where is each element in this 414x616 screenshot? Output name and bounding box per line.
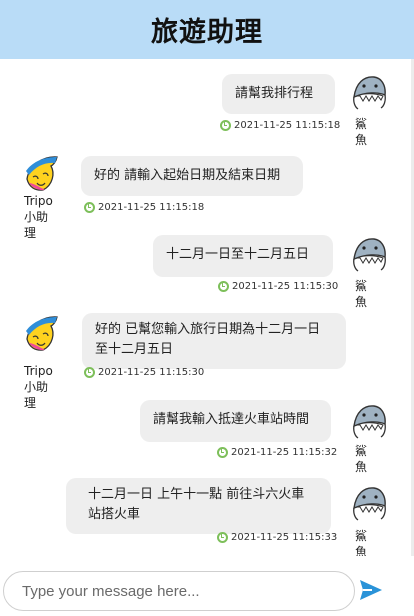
message-text: 至十二月五日: [95, 342, 174, 357]
clock-icon: [217, 447, 228, 458]
message-bubble: 十二月一日至十二月五日: [153, 235, 333, 277]
message-bubble: 請幫我輸入抵達火車站時間: [140, 400, 331, 442]
message-input[interactable]: [3, 571, 355, 611]
user-name: 鯊魚: [355, 444, 368, 474]
message-bubble: 請幫我排行程: [222, 74, 335, 114]
message-text: 請幫我輸入抵達火車站時間: [153, 412, 310, 427]
message-text: 好的 已幫您輸入旅行日期為十二月一日: [95, 322, 321, 337]
user-name: 鯊魚: [355, 117, 368, 147]
banana-mascot-icon: [26, 316, 58, 351]
message-timestamp: 2021-11-25 11:15:30: [84, 367, 204, 378]
message-text: 站搭火車: [88, 507, 141, 522]
message-composer: [0, 556, 414, 616]
page-title: 旅遊助理: [151, 17, 263, 48]
clock-icon: [217, 532, 228, 543]
message-text: 十二月一日至十二月五日: [166, 247, 310, 262]
message-text: 十二月一日 上午十一點 前往斗六火車: [88, 487, 305, 502]
chat-area[interactable]: 請幫我排行程 2021-11-25 11:15:18 鯊魚 Tripo 小助理 …: [0, 59, 414, 556]
send-icon[interactable]: [358, 577, 384, 603]
message-timestamp: 2021-11-25 11:15:32: [217, 447, 337, 458]
clock-icon: [84, 367, 95, 378]
message-bubble: 好的 已幫您輸入旅行日期為十二月一日 至十二月五日: [82, 313, 346, 369]
clock-icon: [220, 120, 231, 131]
shark-icon: [353, 405, 386, 439]
message-timestamp: 2021-11-25 11:15:18: [84, 202, 204, 213]
shark-icon: [353, 76, 386, 110]
message-timestamp: 2021-11-25 11:15:30: [218, 281, 338, 292]
message-text: 好的 請輸入起始日期及結束日期: [94, 168, 281, 183]
message-timestamp: 2021-11-25 11:15:18: [220, 120, 340, 131]
clock-icon: [84, 202, 95, 213]
bot-name: Tripo 小助理: [24, 194, 53, 240]
user-name: 鯊魚: [355, 529, 368, 556]
shark-icon: [353, 238, 386, 272]
message-bubble: 十二月一日 上午十一點 前往斗六火車 站搭火車: [66, 478, 331, 534]
message-bubble: 好的 請輸入起始日期及結束日期: [81, 156, 303, 196]
message-timestamp: 2021-11-25 11:15:33: [217, 532, 337, 543]
user-name: 鯊魚: [355, 279, 368, 309]
bot-name: Tripo 小助理: [24, 364, 53, 410]
clock-icon: [218, 281, 229, 292]
shark-icon: [353, 487, 386, 521]
banana-mascot-icon: [26, 156, 58, 191]
app-header: 旅遊助理: [0, 0, 414, 59]
message-text: 請幫我排行程: [235, 86, 314, 101]
